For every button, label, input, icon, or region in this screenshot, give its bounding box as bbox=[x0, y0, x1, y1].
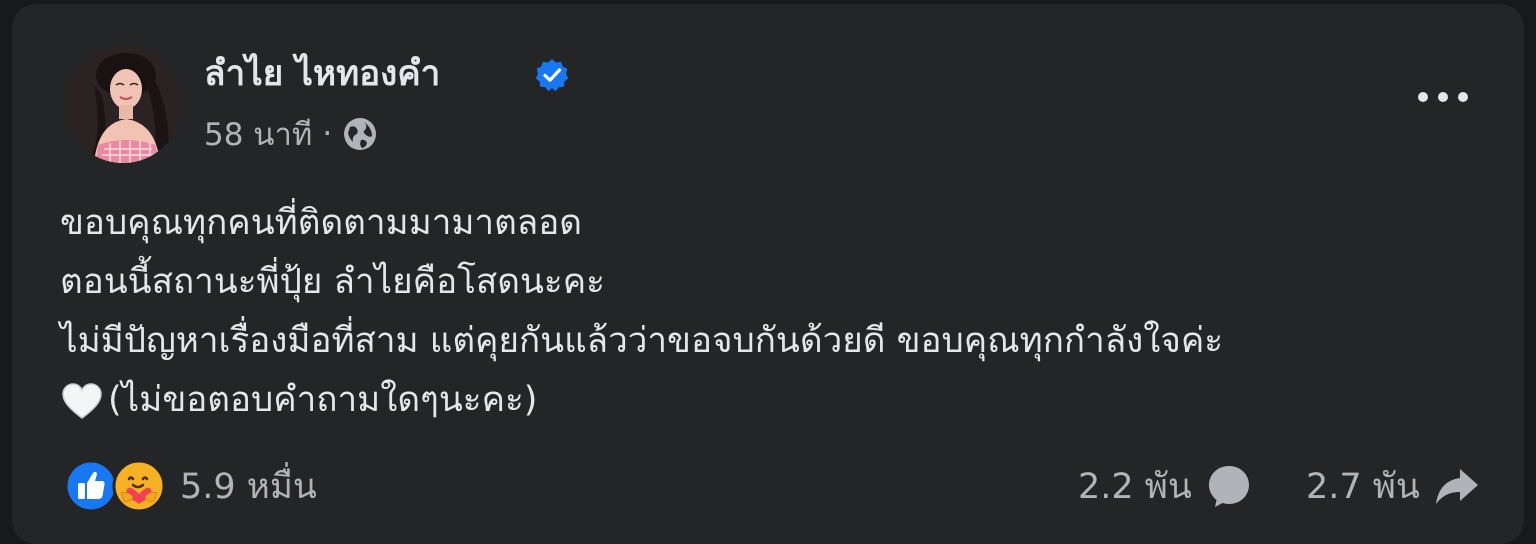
more-horizontal-icon bbox=[1418, 92, 1468, 102]
reactions-summary[interactable]: 5.9 หมื่น bbox=[64, 459, 317, 513]
globe-icon bbox=[344, 118, 377, 150]
share-count-button[interactable]: 2.7 พัน bbox=[1306, 460, 1482, 512]
meta-separator: · bbox=[322, 116, 333, 152]
share-icon bbox=[1435, 469, 1478, 504]
white-heart-icon bbox=[62, 383, 102, 419]
author-avatar[interactable] bbox=[64, 45, 182, 163]
post-text-line: ตอนนี้สถานะพี่ปุ้ย ลำไยคือโสดนะคะ bbox=[60, 262, 605, 302]
comment-count-button[interactable]: 2.2 พัน bbox=[1078, 460, 1254, 512]
avatar-image bbox=[64, 45, 182, 163]
comment-count: 2.2 พัน bbox=[1078, 466, 1192, 507]
post-text-line: ขอบคุณทุกคนที่ติดตามมามาตลอด bbox=[60, 203, 583, 243]
share-count: 2.7 พัน bbox=[1306, 466, 1420, 507]
post-text-closing: (ไม่ขอตอบคำถามใดๆนะคะ) bbox=[108, 380, 538, 420]
more-options-button[interactable] bbox=[1410, 77, 1476, 117]
verified-badge-icon bbox=[535, 59, 569, 92]
reaction-count: 5.9 หมื่น bbox=[180, 466, 317, 507]
care-icon bbox=[112, 459, 166, 513]
like-icon bbox=[64, 459, 118, 513]
post-meta: 58 นาที · bbox=[204, 112, 378, 156]
post-text-line-last: (ไม่ขอตอบคำถามใดๆนะคะ) bbox=[60, 371, 1500, 430]
post-card: ลำไย ไหทองคำ 58 นาที · ขอบคุณทุกคนที่ติด… bbox=[12, 4, 1524, 544]
post-message: ขอบคุณทุกคนที่ติดตามมามาตลอด ตอนนี้สถานะ… bbox=[60, 194, 1500, 430]
author-name[interactable]: ลำไย ไหทองคำ bbox=[204, 48, 440, 100]
post-timestamp[interactable]: 58 นาที bbox=[204, 109, 312, 159]
post-text-line: ไม่มีปัญหาเรื่องมือที่สาม แต่คุยกันแล้วว… bbox=[60, 321, 1224, 361]
comment-icon bbox=[1208, 466, 1249, 507]
